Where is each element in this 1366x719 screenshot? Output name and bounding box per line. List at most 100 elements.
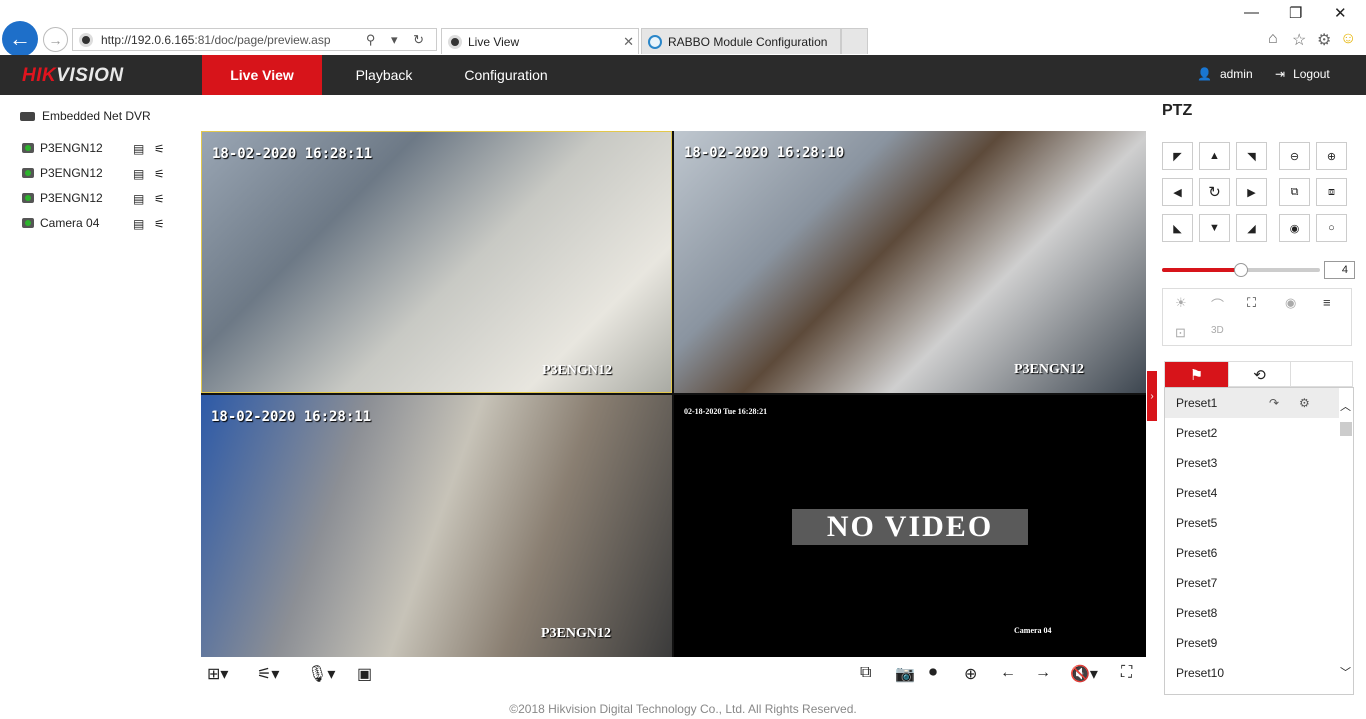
list-item[interactable]: Preset1 ↷ ⚙ [1165,388,1341,418]
collapse-panel-button[interactable]: › [1147,371,1157,421]
patrol-tab[interactable]: ⟲ [1228,362,1291,387]
sub-stream-icon[interactable]: ⚟ [154,217,165,231]
zoom-in-icon[interactable]: ⊕ [1316,142,1347,170]
new-tab-button[interactable] [841,28,868,54]
close-window-icon[interactable]: ✕ [1334,4,1347,22]
iris-open-icon[interactable]: ◉ [1279,214,1310,242]
focus-far-icon[interactable]: ⧈ [1316,178,1347,206]
stream-type-icon[interactable]: ⚟▾ [257,664,279,684]
nav-live-view[interactable]: Live View [202,55,322,95]
list-item[interactable]: Preset4 [1165,478,1341,508]
camera-name: P3ENGN12 [40,191,103,205]
nav-playback[interactable]: Playback [338,55,430,95]
light-icon[interactable]: ☀ [1175,295,1187,311]
close-tab-icon[interactable]: ✕ [623,34,634,50]
ptz-down-right-icon[interactable]: ◢ [1236,214,1267,242]
ptz-speed-slider[interactable] [1162,263,1320,277]
ptz-up-icon[interactable]: ▲ [1199,142,1230,170]
list-item[interactable]: Preset8 [1165,598,1341,628]
ptz-down-icon[interactable]: ▼ [1199,214,1230,242]
video-tile-1[interactable]: 18-02-2020 16:28:11 P3ENGN12 [201,131,672,393]
camera-row[interactable]: P3ENGN12 [22,166,103,180]
sub-stream-icon[interactable]: ⚟ [154,192,165,206]
fullscreen-icon[interactable]: ⛶ [1121,664,1132,682]
ptz-left-icon[interactable]: ◀ [1162,178,1193,206]
address-tools-icon[interactable]: ⚲ ▾ ↻ [366,32,430,48]
list-item[interactable]: Preset6 [1165,538,1341,568]
logout-button[interactable]: ⇥ Logout [1275,67,1330,81]
camera-row[interactable]: P3ENGN12 [22,141,103,155]
list-item[interactable]: Preset7 [1165,568,1341,598]
lens-init-icon[interactable]: ◉ [1285,295,1296,311]
flag-icon: ⚑ [1189,366,1204,384]
device-tree-root[interactable]: Embedded Net DVR [20,109,151,123]
list-item[interactable]: Preset2 [1165,418,1341,448]
pattern-tab[interactable] [1291,362,1354,387]
camera-row[interactable]: P3ENGN12 [22,191,103,205]
ptz-up-left-icon[interactable]: ◤ [1162,142,1193,170]
list-item[interactable]: Preset9 [1165,628,1341,658]
stop-all-icon[interactable]: ⧉ [860,664,871,682]
tab-rabbo[interactable]: RABBO Module Configuration [641,28,841,54]
window-layout-icon[interactable]: ⊞▾ [207,664,228,684]
ptz-speed-handle[interactable] [1234,263,1248,277]
ptz-up-right-icon[interactable]: ◥ [1236,142,1267,170]
camera-icon [22,143,34,153]
app-header: HIKVISION Live View Playback Configurati… [0,55,1366,95]
wiper-icon[interactable]: ⌒ [1211,295,1224,314]
record-icon[interactable]: ⏺ [929,664,937,682]
back-button[interactable]: ← [2,21,38,57]
main-stream-icon[interactable]: ▤ [133,167,144,181]
video-timestamp: 18-02-2020 16:28:10 [684,145,845,161]
scroll-up-icon[interactable]: ︿ [1340,398,1351,414]
previous-page-icon[interactable]: ← [1000,664,1016,682]
ie-icon [648,34,662,49]
presets-tab[interactable]: ⚑ [1165,362,1228,387]
main-stream-icon[interactable]: ▤ [133,142,144,156]
user-menu[interactable]: 👤 admin [1197,67,1253,81]
smiley-icon[interactable]: ☺ [1340,30,1356,48]
menu-icon[interactable]: ≡ [1323,295,1331,310]
video-tile-4[interactable]: 02-18-2020 Tue 16:28:21 NO VIDEO Camera … [674,395,1146,657]
scroll-down-icon[interactable]: ﹀ [1340,664,1351,680]
volume-mute-icon[interactable]: 🔇▾ [1070,664,1098,684]
focus-near-icon[interactable]: ⧉ [1279,178,1310,206]
manual-tracking-icon[interactable]: ⊡ [1175,325,1186,341]
settings-gear-icon[interactable]: ⚙ [1317,30,1331,50]
list-item[interactable]: Preset10 [1165,658,1341,688]
ptz-down-left-icon[interactable]: ◣ [1162,214,1193,242]
restore-icon[interactable]: ❐ [1289,4,1302,22]
camera-row[interactable]: Camera 04 [22,216,99,230]
list-item[interactable]: Preset3 [1165,448,1341,478]
image-settings-icon[interactable]: ▣ [357,664,372,684]
3d-positioning-icon[interactable]: 3D [1211,325,1224,336]
call-preset-icon[interactable]: ↷ [1269,388,1279,418]
main-stream-icon[interactable]: ▤ [133,192,144,206]
tab-live-view[interactable]: Live View ✕ [441,28,639,54]
list-item[interactable]: Preset5 [1165,508,1341,538]
main-stream-icon[interactable]: ▤ [133,217,144,231]
zoom-out-icon[interactable]: ⊖ [1279,142,1310,170]
home-icon[interactable]: ⌂ [1268,30,1278,48]
capture-icon[interactable]: 📷 [895,664,915,684]
auxiliary-focus-icon[interactable]: ⛶ [1247,295,1256,311]
scroll-thumb[interactable] [1340,422,1352,436]
sub-stream-icon[interactable]: ⚟ [154,142,165,156]
forward-button[interactable]: → [43,27,68,52]
address-bar[interactable]: http://192.0.6.165:81/doc/page/preview.a… [72,28,437,51]
sub-stream-icon[interactable]: ⚟ [154,167,165,181]
preset-scrollbar[interactable]: ︿ ﹀ [1339,388,1353,694]
favorites-star-icon[interactable]: ☆ [1292,30,1306,50]
minimize-icon[interactable]: — [1244,4,1259,21]
video-tile-2[interactable]: 18-02-2020 16:28:10 P3ENGN12 [674,131,1146,393]
video-tile-3[interactable]: 18-02-2020 16:28:11 P3ENGN12 [201,395,672,657]
microphone-icon[interactable]: 🎙▾ [307,664,335,684]
next-page-icon[interactable]: → [1035,664,1051,682]
username: admin [1219,67,1253,81]
auto-scan-icon[interactable]: ↻ [1199,178,1230,206]
set-preset-gear-icon[interactable]: ⚙ [1299,388,1310,418]
iris-close-icon[interactable]: ○ [1316,214,1347,242]
digital-zoom-icon[interactable]: ⊕ [964,664,977,684]
ptz-right-icon[interactable]: ▶ [1236,178,1267,206]
nav-configuration[interactable]: Configuration [448,55,564,95]
